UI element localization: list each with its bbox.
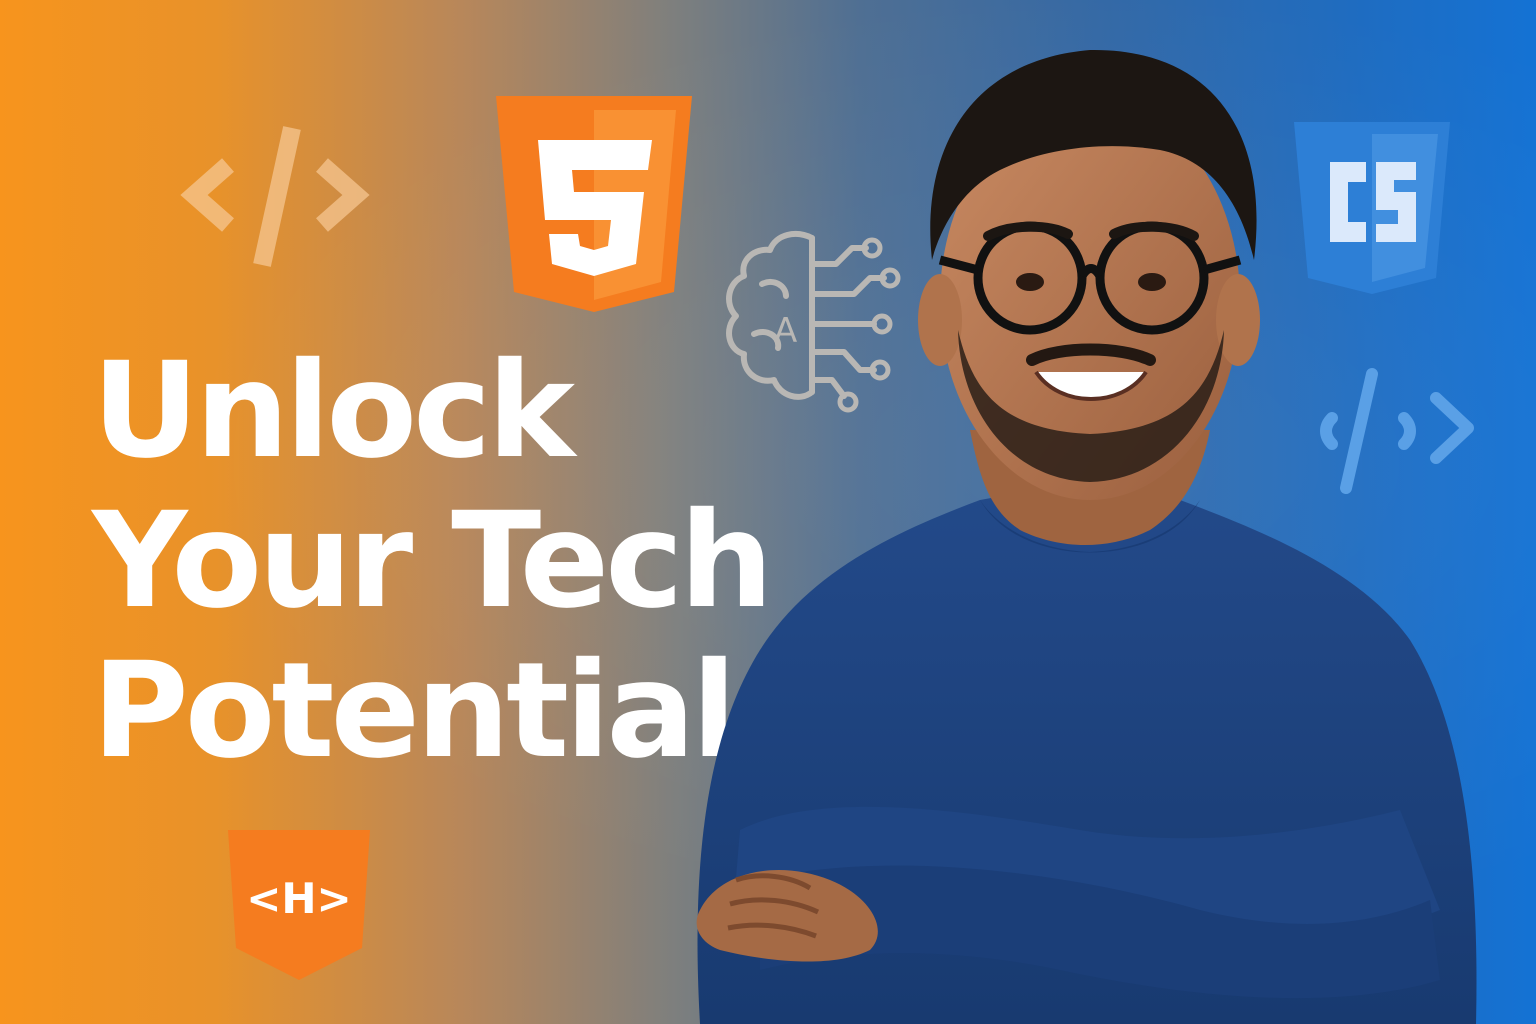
badge-glyph: <H> [246,874,352,923]
code-brackets-icon [180,126,370,267]
html-tag-badge-icon: <H> [228,830,370,980]
smiling-man-photo [696,49,1477,1024]
